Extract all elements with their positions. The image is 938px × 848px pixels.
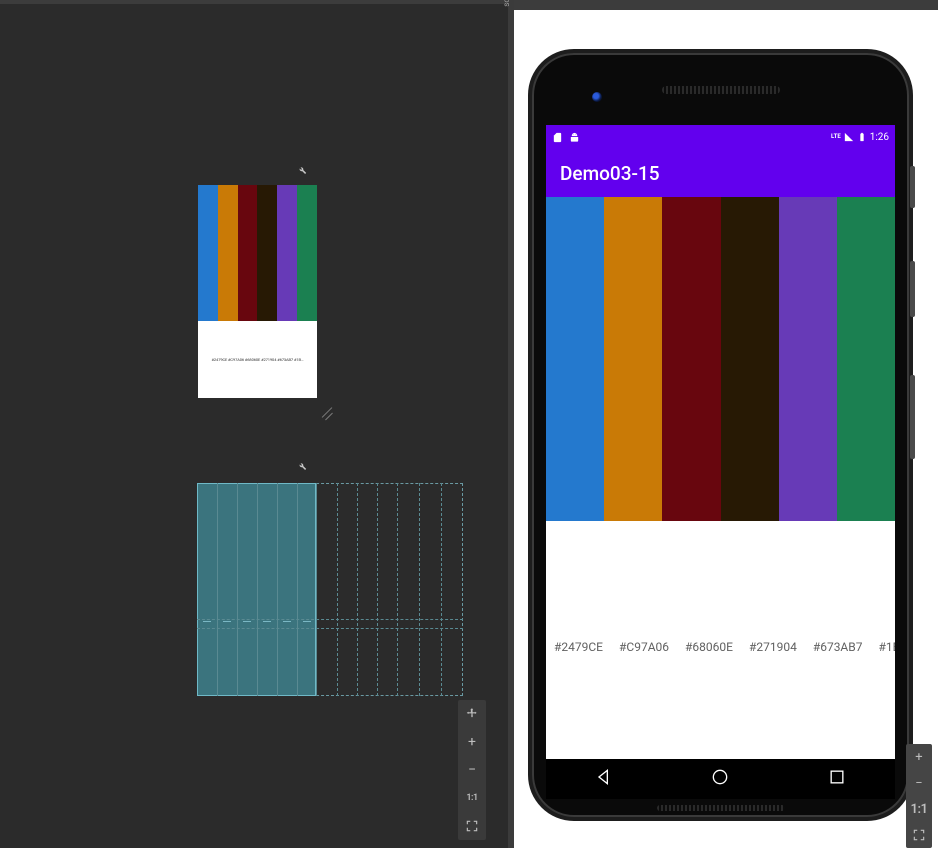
color-bar bbox=[837, 197, 895, 521]
emulator-toolbar bbox=[514, 0, 938, 10]
layout-editor-pane: #2479CE #C97A06 #68060E #271904 #673AB7 … bbox=[0, 0, 508, 848]
color-label: #C97A06 bbox=[619, 640, 669, 654]
device-frame: LTE 1:26 Demo03-15 #2479CE #C97A06 bbox=[532, 53, 909, 817]
design-surface-preview[interactable]: #2479CE #C97A06 #68060E #271904 #673AB7 … bbox=[198, 185, 317, 398]
zoom-fit-button[interactable] bbox=[458, 812, 486, 840]
color-bar bbox=[198, 185, 218, 321]
color-bar bbox=[604, 197, 662, 521]
emulator-pane: LTE 1:26 Demo03-15 #2479CE #C97A06 bbox=[514, 0, 938, 848]
earpiece-speaker bbox=[662, 86, 780, 94]
zoom-actual-button[interactable]: 1:1 bbox=[906, 796, 932, 822]
back-button[interactable] bbox=[594, 767, 614, 791]
zoom-fit-button[interactable] bbox=[906, 822, 932, 848]
resize-handle-icon[interactable] bbox=[320, 404, 336, 420]
power-button[interactable] bbox=[910, 166, 915, 208]
zoom-out-button[interactable]: − bbox=[906, 770, 932, 796]
emulator-zoom-toolbar: + − 1:1 bbox=[906, 744, 932, 848]
zoom-in-button[interactable]: + bbox=[458, 728, 486, 756]
wrench-icon[interactable] bbox=[297, 164, 307, 179]
status-time: 1:26 bbox=[870, 132, 889, 143]
color-label: #673AB7 bbox=[813, 640, 863, 654]
bottom-speaker bbox=[657, 805, 785, 811]
color-bar bbox=[546, 197, 604, 521]
android-icon bbox=[569, 132, 580, 143]
recents-button[interactable] bbox=[827, 767, 847, 791]
volume-up-button[interactable] bbox=[910, 261, 915, 317]
vertical-tab[interactable] bbox=[0, 2, 3, 6]
signal-icon bbox=[844, 132, 854, 142]
color-bar bbox=[277, 185, 297, 321]
color-label: #1B bbox=[878, 640, 895, 654]
volume-down-button[interactable] bbox=[910, 375, 915, 459]
color-bar bbox=[721, 197, 779, 521]
design-zoom-toolbar: + − 1:1 bbox=[458, 700, 486, 840]
front-camera bbox=[592, 92, 602, 102]
zoom-in-button[interactable]: + bbox=[906, 744, 932, 770]
color-label-row: #2479CE #C97A06 #68060E #271904 #673AB7 … bbox=[198, 321, 317, 398]
color-bar-row bbox=[198, 185, 317, 321]
lte-label: LTE bbox=[831, 134, 841, 140]
color-bar bbox=[662, 197, 720, 521]
pan-button[interactable] bbox=[458, 700, 486, 728]
color-label: #68060E bbox=[685, 640, 733, 654]
color-bar bbox=[218, 185, 238, 321]
color-bar-row bbox=[546, 197, 895, 521]
app-title: Demo03-15 bbox=[560, 162, 660, 185]
app-bar: Demo03-15 bbox=[546, 149, 895, 197]
color-bar bbox=[297, 185, 317, 321]
color-label: #2479CE bbox=[554, 640, 603, 654]
color-bar bbox=[257, 185, 277, 321]
color-bar bbox=[779, 197, 837, 521]
color-bar bbox=[238, 185, 258, 321]
sd-card-icon bbox=[552, 132, 563, 143]
wrench-icon[interactable] bbox=[297, 460, 307, 475]
home-button[interactable] bbox=[710, 767, 730, 791]
status-bar: LTE 1:26 bbox=[546, 125, 895, 149]
zoom-out-button[interactable]: − bbox=[458, 756, 486, 784]
android-nav-bar bbox=[546, 759, 895, 799]
blueprint-surface[interactable] bbox=[197, 483, 463, 696]
color-label-row: #2479CE #C97A06 #68060E #271904 #673AB7 … bbox=[546, 521, 895, 772]
color-label: #271904 bbox=[749, 640, 797, 654]
device-screen[interactable]: LTE 1:26 Demo03-15 #2479CE #C97A06 bbox=[546, 125, 895, 772]
battery-icon bbox=[857, 132, 867, 142]
zoom-actual-button[interactable]: 1:1 bbox=[458, 784, 486, 812]
